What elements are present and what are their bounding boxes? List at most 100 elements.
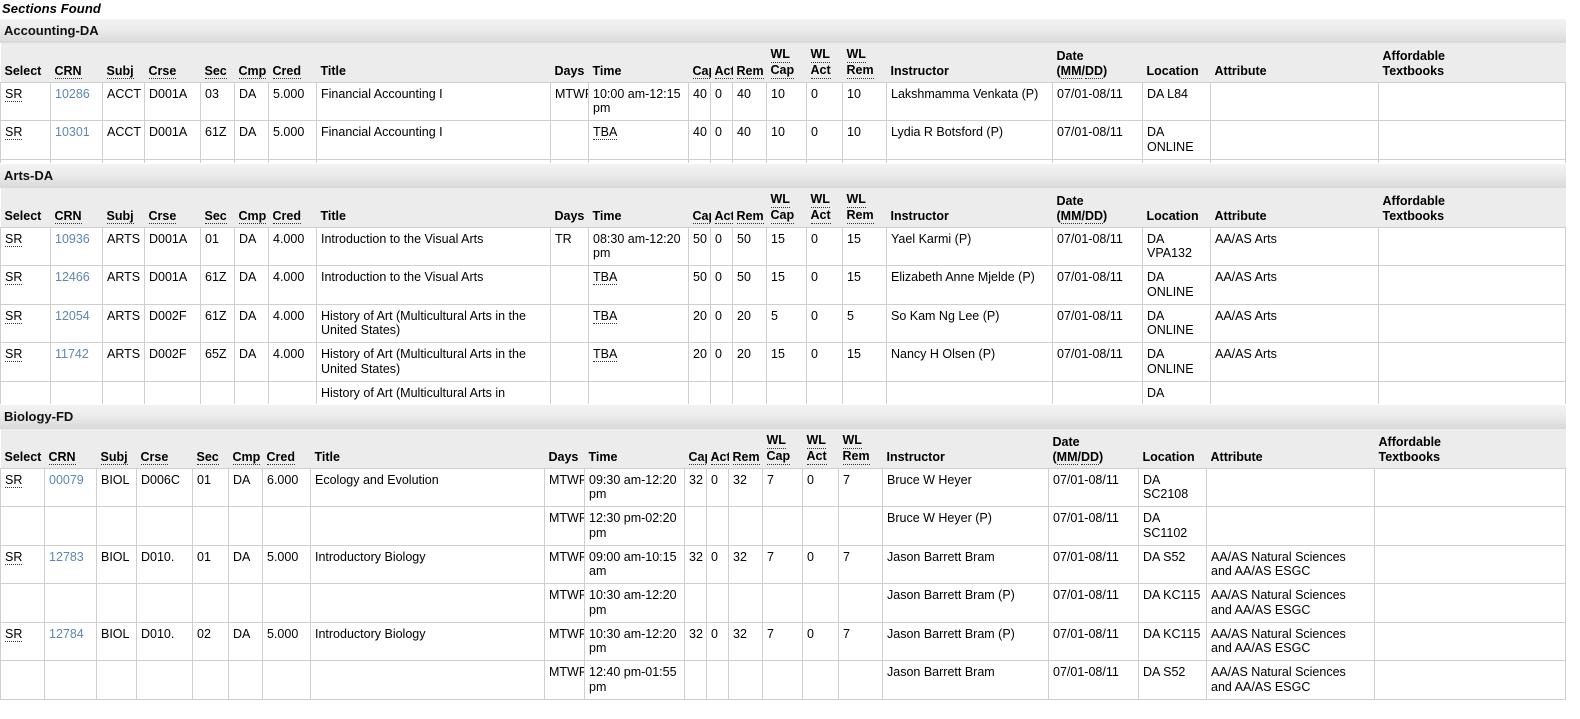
cell-location: DA ONLINE bbox=[1142, 120, 1211, 160]
table-row: SR 12054 ARTS D002F 61Z DA 4.000 History of Art… bbox=[0, 303, 1566, 343]
select-section-link[interactable]: SR bbox=[5, 626, 23, 642]
cell-select bbox=[0, 380, 51, 404]
column-label: Sec bbox=[204, 63, 227, 79]
column-label: Attribute bbox=[1214, 63, 1267, 78]
select-section-link[interactable]: SR bbox=[5, 472, 23, 488]
cell-cred bbox=[262, 583, 311, 623]
hdr-line: Act bbox=[810, 208, 839, 224]
col-header-title: Title bbox=[316, 43, 551, 83]
section-table-wrapper-accounting-da: Select CRN Subj Crse Sec Cmp Cred Title Days Time… bbox=[0, 43, 1566, 163]
section-arts-da: Arts-DA Select CRN Subj Crse Sec Cmp Cred Title D… bbox=[0, 163, 1566, 404]
select-section-link[interactable]: SR bbox=[5, 86, 23, 102]
col-header-location: Location bbox=[1138, 429, 1207, 469]
crn-link[interactable]: 10936 bbox=[55, 232, 90, 246]
cell-time: 10:30 am-12:20 pm bbox=[584, 583, 685, 623]
cell-instructor: Lydia R Botsford (P) bbox=[886, 120, 1053, 160]
cell-cred: 5.000 bbox=[268, 81, 317, 121]
column-label: Title bbox=[320, 63, 346, 78]
col-header-days: Days bbox=[550, 43, 589, 83]
time-tba[interactable]: TBA bbox=[593, 125, 618, 140]
time-tba[interactable]: TBA bbox=[593, 308, 618, 324]
cell-attribute: AA/AS Natural Sciences and AA/AS ESGC bbox=[1206, 621, 1375, 661]
cell-crse bbox=[144, 380, 201, 404]
col-header-date: Date (MM/DD) bbox=[1048, 429, 1139, 469]
column-label: Title bbox=[314, 449, 340, 464]
cell-act bbox=[706, 660, 729, 700]
crn-link[interactable]: 12784 bbox=[49, 627, 84, 641]
cell-location: DA VPA132 bbox=[1142, 226, 1211, 266]
column-label: Crse bbox=[148, 63, 177, 79]
select-section-link[interactable]: SR bbox=[5, 270, 23, 285]
time-value: 10:30 am-12:20 pm bbox=[589, 626, 677, 656]
time-value: 10:30 am-12:20 pm bbox=[589, 588, 677, 617]
section-biology-fd: Biology-FD Select CRN Subj Crse Sec Cmp Cred Tit… bbox=[0, 404, 1566, 707]
crn-link[interactable]: 12466 bbox=[55, 270, 90, 284]
cell-act: 0 bbox=[710, 265, 733, 305]
cell-days bbox=[550, 342, 589, 382]
cell-instructor: Bruce W Heyer bbox=[882, 467, 1049, 507]
cell-sec: 01 bbox=[192, 467, 229, 507]
table-row: SR 12783 BIOL D010. 01 DA 5.000 Introductory Bi… bbox=[0, 544, 1566, 584]
cell-wl-act: 0 bbox=[806, 81, 843, 121]
crn-link[interactable]: 10301 bbox=[55, 125, 90, 139]
cell-wl-cap bbox=[762, 660, 803, 700]
cell-location: DA L84 bbox=[1142, 81, 1211, 121]
cell-subj: ARTS bbox=[102, 303, 145, 343]
column-label: Attribute bbox=[1214, 208, 1267, 223]
sections-found-page: Sections Found Accounting-DA Select CRN Sub… bbox=[0, 0, 1580, 719]
paren-close: ) bbox=[1103, 63, 1108, 78]
cell-sec bbox=[192, 660, 229, 700]
column-label: Instructor bbox=[886, 449, 945, 464]
column-label: Act bbox=[714, 63, 733, 79]
cell-cmp: DA bbox=[234, 120, 269, 160]
select-section-link[interactable]: SR bbox=[5, 231, 23, 247]
cell-wl-act bbox=[802, 660, 839, 700]
cell-instructor: Jason Barrett Bram bbox=[882, 544, 1049, 584]
cell-rem: 32 bbox=[728, 467, 763, 507]
crn-link[interactable]: 00079 bbox=[49, 473, 84, 487]
col-header-cmp: Cmp bbox=[234, 188, 269, 228]
time-tba[interactable]: TBA bbox=[593, 270, 618, 285]
cell-title: Ecology and Evolution bbox=[310, 467, 545, 507]
select-section-link[interactable]: SR bbox=[5, 125, 23, 140]
cell-act: 0 bbox=[710, 342, 733, 382]
section-header-biology-fd: Biology-FD bbox=[0, 404, 1566, 429]
cell-attribute: AA/AS Natural Sciences and AA/AS ESGC bbox=[1206, 660, 1375, 700]
cell-rem: 40 bbox=[732, 120, 767, 160]
column-label-line2: Rem bbox=[846, 62, 874, 79]
crn-link[interactable]: 12054 bbox=[55, 309, 90, 323]
cell-cap: 50 bbox=[688, 265, 711, 305]
col-header-time: Time bbox=[588, 188, 689, 228]
cell-wl-cap bbox=[766, 380, 807, 404]
hdr-line: WL bbox=[766, 433, 799, 449]
cell-time: 10:30 am-12:20 pm bbox=[584, 621, 685, 661]
select-section-link[interactable]: SR bbox=[5, 308, 23, 324]
select-section-link[interactable]: SR bbox=[5, 549, 23, 565]
cell-subj: BIOL bbox=[96, 621, 137, 661]
col-header-sec: Sec bbox=[200, 43, 235, 83]
table-row: History of Art (Multicultural Arts in DA bbox=[0, 380, 1566, 404]
crn-link[interactable]: 11742 bbox=[55, 347, 89, 361]
cell-subj: BIOL bbox=[96, 467, 137, 507]
column-label: Cap bbox=[692, 208, 711, 224]
cell-select: SR bbox=[0, 120, 51, 160]
crn-link[interactable]: 12783 bbox=[49, 550, 84, 564]
column-label: Sec bbox=[196, 449, 219, 465]
select-section-link[interactable]: SR bbox=[5, 347, 23, 362]
cell-cap bbox=[684, 660, 707, 700]
col-header-cap: Cap bbox=[688, 43, 711, 83]
cell-subj bbox=[96, 506, 137, 546]
column-label-line1: WL bbox=[842, 433, 862, 449]
cell-select: SR bbox=[0, 342, 51, 382]
cell-days: MTWR bbox=[544, 621, 585, 661]
cell-cap bbox=[684, 583, 707, 623]
column-label: Cred bbox=[272, 208, 301, 224]
cell-act bbox=[706, 506, 729, 546]
table-row: MTWR 10:30 am-12:20 pm Jason Barrett Bram … bbox=[0, 583, 1566, 623]
cell-time: TBA bbox=[588, 265, 689, 305]
cell-wl-rem: 10 bbox=[842, 120, 887, 160]
time-tba[interactable]: TBA bbox=[593, 347, 618, 362]
cell-location: DA bbox=[1142, 380, 1211, 404]
column-label: Attribute bbox=[1210, 449, 1263, 464]
crn-link[interactable]: 10286 bbox=[55, 87, 90, 101]
